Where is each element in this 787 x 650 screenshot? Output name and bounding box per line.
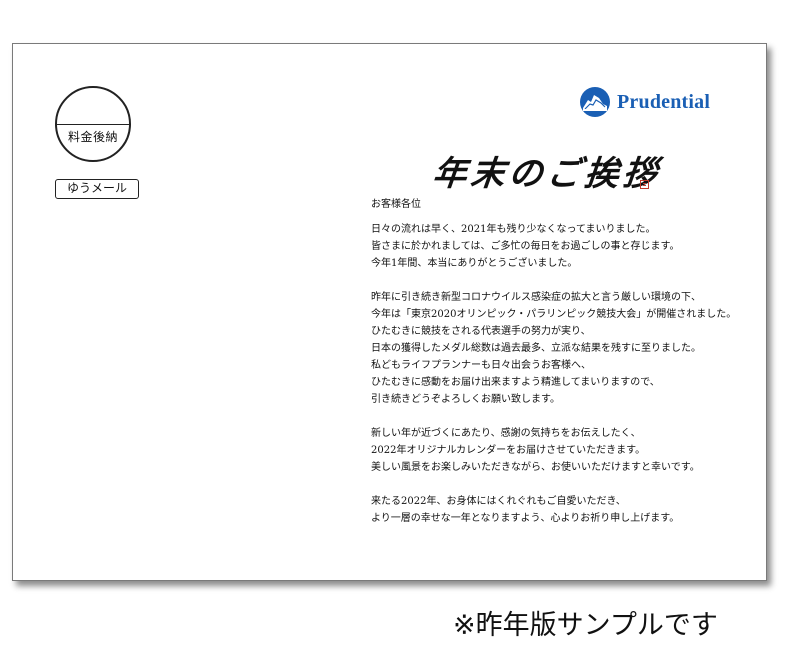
letter-paragraph: 新しい年が近づくにあたり、感謝の気持ちをお伝えしたく、 2022年オリジナルカレ… xyxy=(371,425,761,476)
letter-body: お客様各位 日々の流れは早く、2021年も残り少なくなってまいりました。 皆さま… xyxy=(371,196,761,544)
letter-line: 昨年に引き続き新型コロナウイルス感染症の拡大と言う厳しい環境の下、 xyxy=(371,292,701,303)
letter-line: 2022年オリジナルカレンダーをお届けさせていただきます。 xyxy=(371,445,646,456)
letter-line: ひたむきに感動をお届け出来ますよう精進してまいりますので、 xyxy=(371,377,660,388)
letter-line: より一層の幸せな一年となりますよう、心よりお祈り申し上げます。 xyxy=(371,513,680,524)
letter-paragraph: 昨年に引き続き新型コロナウイルス感染症の拡大と言う厳しい環境の下、 今年は「東京… xyxy=(371,289,761,408)
letter-line: 引き続きどうぞよろしくお願い致します。 xyxy=(371,394,560,405)
stamp-divider xyxy=(57,124,129,125)
letter-line: 今年は「東京2020オリンピック・パラリンピック競技大会」が開催されました。 xyxy=(371,309,737,320)
page: 料金後納 ゆうメール Prudential 年末のご挨拶 お客様各位 日々の流れ… xyxy=(0,0,787,650)
salutation: お客様各位 xyxy=(371,199,421,210)
letter-line: 日本の獲得したメダル総数は過去最多、立派な結果を残すに至りました。 xyxy=(371,343,701,354)
letter-line: ひたむきに競技をされる代表選手の努力が実り、 xyxy=(371,326,591,337)
seal-icon xyxy=(640,180,649,189)
postage-paid-label: 料金後納 xyxy=(67,130,118,144)
rock-of-gibraltar-icon xyxy=(579,86,611,118)
prudential-logo: Prudential xyxy=(579,86,710,118)
logo-wordmark: Prudential xyxy=(617,90,711,113)
mail-type-label: ゆうメール xyxy=(55,179,139,199)
letter-line: 私どもライフプランナーも日々出会うお客様へ、 xyxy=(371,360,591,371)
sample-caption: ※昨年版サンプルです xyxy=(453,610,718,641)
letter-line: 皆さまに於かれましては、ご多忙の毎日をお過ごしの事と存じます。 xyxy=(371,241,680,252)
letter-line: 日々の流れは早く、2021年も残り少なくなってまいりました。 xyxy=(371,224,656,235)
greeting-title: 年末のご挨拶 xyxy=(430,154,663,194)
letter-paragraph: 日々の流れは早く、2021年も残り少なくなってまいりました。 皆さまに於かれまし… xyxy=(371,221,761,272)
postage-paid-stamp: 料金後納 xyxy=(55,86,131,162)
letter-line: 今年1年間、本当にありがとうございました。 xyxy=(371,258,578,269)
letter-line: 美しい風景をお楽しみいただきながら、お使いいただけますと幸いです。 xyxy=(371,462,700,473)
letter-line: 来たる2022年、お身体にはくれぐれもご自愛いただき、 xyxy=(371,496,626,507)
postcard: 料金後納 ゆうメール Prudential 年末のご挨拶 お客様各位 日々の流れ… xyxy=(12,43,767,581)
letter-paragraph: 来たる2022年、お身体にはくれぐれもご自愛いただき、 より一層の幸せな一年とな… xyxy=(371,493,761,527)
letter-line: 新しい年が近づくにあたり、感謝の気持ちをお伝えしたく、 xyxy=(371,428,641,439)
